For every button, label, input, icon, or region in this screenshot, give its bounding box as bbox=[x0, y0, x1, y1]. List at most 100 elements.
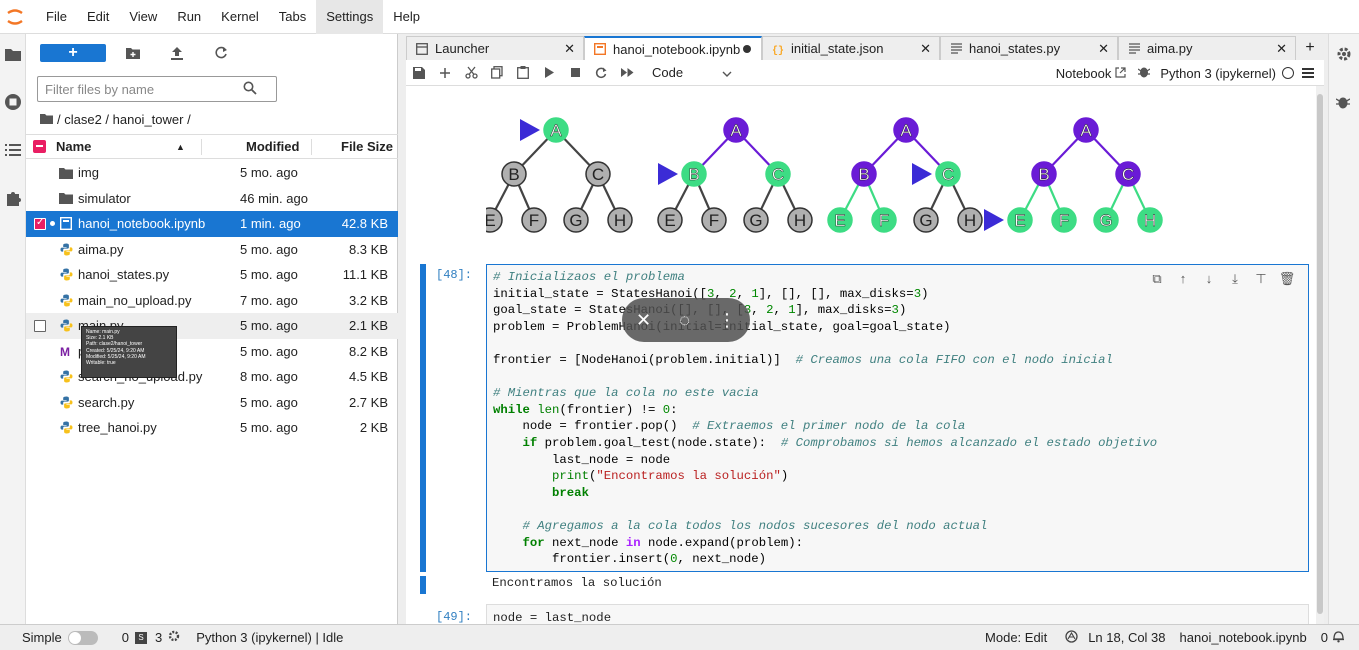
next-code-content[interactable]: node = last_node bbox=[493, 611, 611, 624]
cursor-position[interactable]: Ln 18, Col 38 bbox=[1088, 630, 1165, 645]
video-overlay-controls[interactable]: ✕ ◌ ⋮ bbox=[622, 298, 750, 342]
move-up-icon[interactable]: ↑ bbox=[1170, 271, 1196, 287]
column-divider[interactable] bbox=[201, 139, 202, 155]
filter-files-search[interactable] bbox=[37, 76, 277, 102]
active-cell-indicator[interactable] bbox=[420, 264, 426, 572]
notification-count[interactable]: 0 bbox=[1321, 630, 1328, 645]
file-row[interactable]: main_no_upload.py 7 mo. ago 3.2 KB bbox=[26, 288, 398, 314]
tab-aima-py[interactable]: aima.py ✕ bbox=[1118, 36, 1296, 60]
unsaved-dot-icon[interactable] bbox=[743, 45, 751, 53]
file-row[interactable]: search.py 5 mo. ago 2.7 KB bbox=[26, 390, 398, 416]
terminal-icon[interactable]: S bbox=[134, 631, 147, 644]
restart-icon[interactable] bbox=[588, 60, 614, 86]
move-down-icon[interactable]: ↓ bbox=[1196, 271, 1222, 287]
file-row[interactable]: aima.py 5 mo. ago 8.3 KB bbox=[26, 237, 398, 263]
notification-bell-icon[interactable] bbox=[1332, 629, 1345, 646]
home-folder-icon[interactable] bbox=[40, 112, 53, 127]
tree-1: A B C E F G H bbox=[486, 117, 633, 233]
simple-mode-toggle[interactable] bbox=[67, 630, 98, 645]
duplicate-cell-icon[interactable]: ⧉ bbox=[1144, 271, 1170, 287]
tree-node-label: B bbox=[508, 165, 519, 184]
output-indicator[interactable] bbox=[420, 576, 426, 594]
menu-item-view[interactable]: View bbox=[119, 0, 167, 34]
terminals-count[interactable]: 0 bbox=[122, 630, 129, 645]
file-row[interactable]: img 5 mo. ago bbox=[26, 160, 398, 186]
next-code-cell[interactable]: node = last_node bbox=[486, 604, 1309, 624]
new-launcher-button[interactable]: + bbox=[40, 44, 106, 62]
file-row[interactable]: simulator 46 min. ago bbox=[26, 186, 398, 212]
new-folder-icon[interactable] bbox=[122, 42, 144, 64]
delete-cell-icon[interactable]: 🗑 bbox=[1274, 271, 1300, 287]
code-cell-editor[interactable]: # Inicializaos el problema initial_state… bbox=[486, 264, 1309, 572]
file-row[interactable]: hanoi_notebook.ipynb 1 min. ago 42.8 KB bbox=[26, 211, 398, 237]
debugger-icon[interactable] bbox=[1335, 94, 1351, 112]
menu-item-help[interactable]: Help bbox=[383, 0, 430, 34]
code-content[interactable]: # Inicializaos el problema initial_state… bbox=[493, 269, 1157, 568]
breadcrumb-path[interactable]: / clase2 / hanoi_tower / bbox=[57, 112, 191, 127]
file-checkbox[interactable] bbox=[34, 217, 46, 230]
close-icon[interactable]: ✕ bbox=[1098, 41, 1109, 57]
upload-icon[interactable] bbox=[166, 42, 188, 64]
file-row[interactable]: hanoi_states.py 5 mo. ago 11.1 KB bbox=[26, 262, 398, 288]
paste-icon[interactable] bbox=[510, 60, 536, 86]
copy-icon[interactable] bbox=[484, 60, 510, 86]
column-file-size[interactable]: File Size bbox=[341, 139, 393, 154]
tree-4: A B C E F G H bbox=[984, 117, 1163, 233]
folder-icon[interactable] bbox=[3, 44, 23, 64]
menu-hamburger-icon[interactable] bbox=[1302, 66, 1314, 81]
debugger-bug-icon[interactable] bbox=[1138, 65, 1151, 81]
kernel-name[interactable]: Python 3 (ipykernel) bbox=[1160, 66, 1276, 81]
more-options-icon[interactable]: ⋮ bbox=[718, 310, 736, 331]
cut-icon[interactable] bbox=[458, 60, 484, 86]
cell-type-select[interactable]: Code bbox=[652, 65, 732, 80]
kernel-status[interactable]: Python 3 (ipykernel) | Idle bbox=[196, 630, 343, 645]
language-icon[interactable] bbox=[1065, 629, 1078, 646]
file-size: 4.5 KB bbox=[348, 369, 388, 385]
run-icon[interactable] bbox=[536, 60, 562, 86]
insert-above-icon[interactable]: ⊤ bbox=[1248, 271, 1274, 287]
column-name[interactable]: Name bbox=[56, 139, 91, 154]
open-notebook-link[interactable]: Notebook bbox=[1056, 66, 1112, 81]
tab-initial-state-json[interactable]: {} initial_state.json ✕ bbox=[762, 36, 940, 60]
insert-below-icon[interactable]: ⤓ bbox=[1222, 271, 1248, 287]
notebook-scrollbar-thumb[interactable] bbox=[1317, 94, 1323, 614]
close-icon[interactable]: ✕ bbox=[1276, 41, 1287, 57]
table-of-contents-icon[interactable] bbox=[3, 140, 23, 160]
refresh-icon[interactable] bbox=[210, 42, 232, 64]
file-modified: 5 mo. ago bbox=[240, 343, 298, 359]
editor-mode[interactable]: Mode: Edit bbox=[985, 630, 1047, 645]
status-bar: Simple 0 S 3 Python 3 (ipykernel) | Idle… bbox=[0, 624, 1359, 650]
insert-cell-icon[interactable] bbox=[432, 60, 458, 86]
external-link-icon[interactable] bbox=[1115, 66, 1126, 81]
menu-item-run[interactable]: Run bbox=[167, 0, 211, 34]
close-icon[interactable]: ✕ bbox=[920, 41, 931, 57]
kernels-count[interactable]: 3 bbox=[155, 630, 162, 645]
file-modified: 5 mo. ago bbox=[240, 394, 298, 410]
mute-icon[interactable]: ✕ bbox=[636, 310, 651, 331]
new-tab-plus-icon[interactable]: + bbox=[1296, 36, 1324, 60]
column-divider[interactable] bbox=[311, 139, 312, 155]
running-sessions-icon[interactable] bbox=[3, 92, 23, 112]
column-modified[interactable]: Modified bbox=[246, 139, 299, 154]
menu-item-file[interactable]: File bbox=[36, 0, 77, 34]
tab-hanoi-notebook-ipynb[interactable]: hanoi_notebook.ipynb bbox=[584, 36, 762, 60]
tab-launcher[interactable]: Launcher ✕ bbox=[406, 36, 584, 60]
tab-hanoi-states-py[interactable]: hanoi_states.py ✕ bbox=[940, 36, 1118, 60]
extension-puzzle-icon[interactable] bbox=[3, 188, 23, 208]
menu-item-settings[interactable]: Settings bbox=[316, 0, 384, 34]
file-row[interactable]: tree_hanoi.py 5 mo. ago 2 KB bbox=[26, 415, 398, 441]
property-inspector-gear-icon[interactable] bbox=[1336, 46, 1352, 65]
menu-item-kernel[interactable]: Kernel bbox=[211, 0, 269, 34]
close-icon[interactable]: ✕ bbox=[564, 41, 575, 57]
kernel-gear-icon[interactable] bbox=[168, 630, 180, 645]
audio-off-icon[interactable]: ◌ bbox=[679, 310, 690, 331]
fast-forward-icon[interactable] bbox=[614, 60, 640, 86]
select-all-checkbox[interactable] bbox=[33, 140, 46, 153]
file-checkbox[interactable] bbox=[34, 319, 46, 332]
save-icon[interactable] bbox=[406, 60, 432, 86]
menu-item-tabs[interactable]: Tabs bbox=[269, 0, 316, 34]
stop-icon[interactable] bbox=[562, 60, 588, 86]
python-file-icon bbox=[59, 293, 73, 307]
menu-item-edit[interactable]: Edit bbox=[77, 0, 119, 34]
filter-files-input[interactable] bbox=[38, 78, 243, 100]
